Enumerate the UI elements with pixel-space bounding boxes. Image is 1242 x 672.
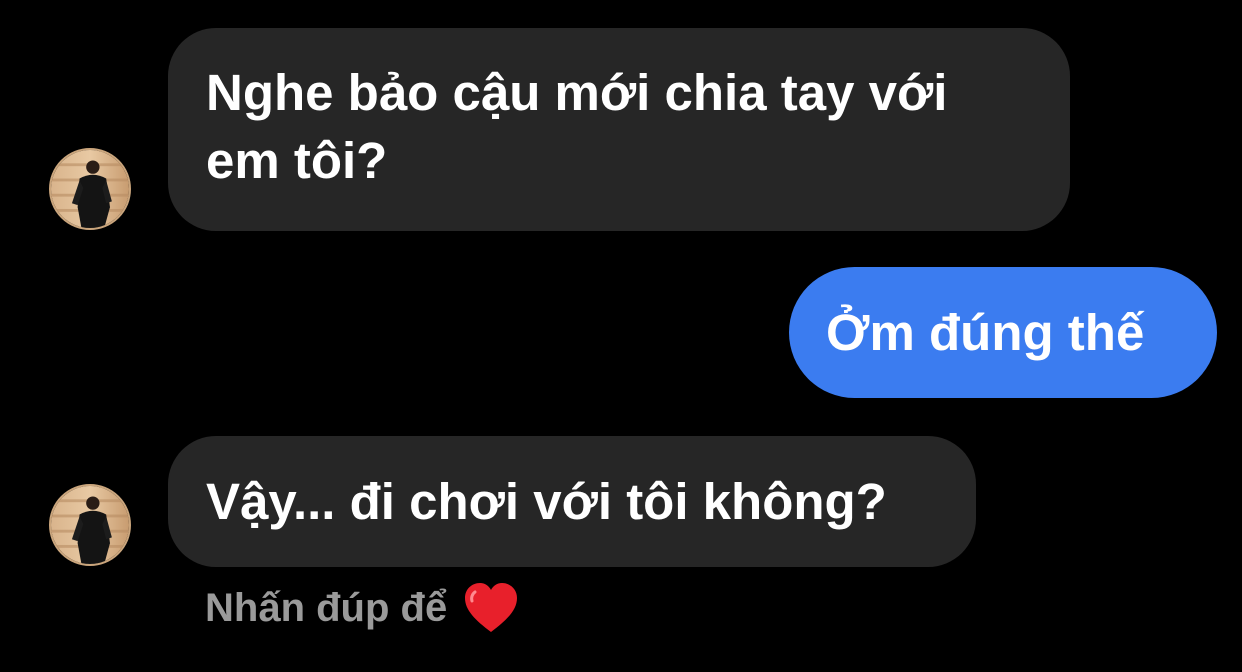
message-bubble-incoming[interactable]: Vậy... đi chơi với tôi không? — [168, 436, 976, 567]
contact-avatar[interactable] — [49, 148, 131, 230]
message-bubble-outgoing[interactable]: Ởm đúng thế — [789, 267, 1217, 398]
message-text: Vậy... đi chơi với tôi không? — [206, 473, 887, 530]
contact-avatar-photo — [51, 150, 129, 228]
contact-avatar[interactable] — [49, 484, 131, 566]
message-text: Ởm đúng thế — [826, 304, 1145, 361]
double-tap-hint-label: Nhấn đúp để — [205, 585, 448, 630]
double-tap-hint: Nhấn đúp để — [205, 580, 519, 636]
heart-icon[interactable] — [463, 582, 519, 634]
contact-avatar-photo — [51, 486, 129, 564]
message-text-line: em tôi? — [206, 132, 388, 189]
message-text-line: Nghe bảo cậu mới chia tay với — [206, 64, 948, 121]
message-bubble-incoming[interactable]: Nghe bảo cậu mới chia tay với em tôi? — [168, 28, 1070, 231]
